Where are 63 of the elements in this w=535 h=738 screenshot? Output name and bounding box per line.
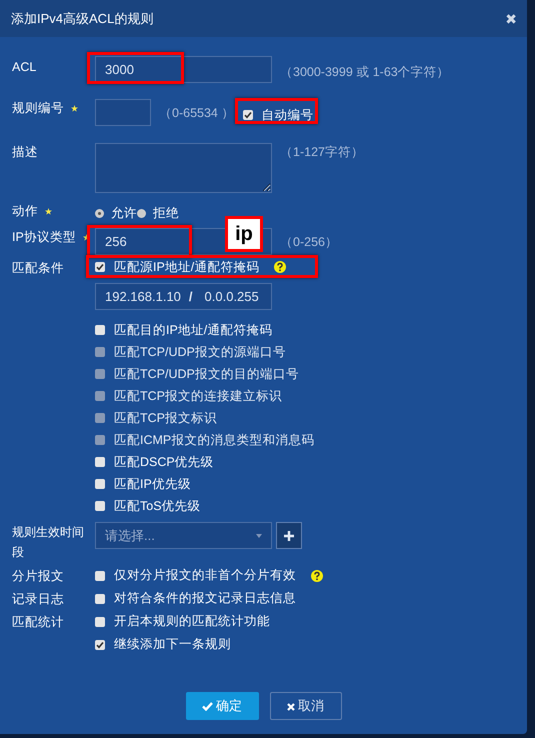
checkbox[interactable] [95,616,105,626]
radio-label: 允许 [111,205,137,222]
hint-text: （3000-3999 或 1-63个字符） [280,64,450,81]
field-label: 规则生效时间段 [12,525,84,559]
address-field[interactable]: 192.168.1.10 / 0.0.0.255 [95,283,272,310]
help-icon[interactable] [274,261,286,273]
field-value: 256 [105,232,127,251]
checkbox[interactable] [243,110,254,120]
checkbox-label: 仅对分片报文的非首个分片有效 [114,567,296,584]
checkbox-label: 继续添加下一条规则 [114,636,231,654]
checkbox[interactable] [95,640,105,650]
placeholder-text: 请选择... [105,526,155,545]
field-label: 分片报文 [12,568,64,582]
field-label: IP协议类型 [12,230,76,244]
checkbox-label: 匹配ToS优先级 [114,498,201,515]
checkbox-label: 自动编号 [261,107,314,124]
checkbox[interactable] [95,457,105,467]
checkbox[interactable] [95,570,105,580]
wildcard-mask: 0.0.0.255 [204,288,259,306]
add-button[interactable] [276,522,302,549]
checkbox-label: 匹配DSCP优先级 [114,454,214,471]
hint-text: （0-65534 ） [159,105,234,122]
field-label: 匹配条件 [12,261,64,275]
checkbox-label: 匹配IP优先级 [114,476,191,493]
radio-button[interactable] [137,208,146,218]
hint-text: （0-256） [280,234,338,251]
checkbox-label: 对符合条件的报文记录日志信息 [114,590,296,608]
checkbox[interactable] [95,262,105,272]
field-label: 规则编号 [12,101,64,115]
checkbox-label: 匹配ICMP报文的消息类型和消息码 [114,432,314,449]
input-field[interactable] [95,99,151,126]
help-icon[interactable] [311,570,323,582]
checkbox[interactable] [95,325,105,335]
callout-label: ip [225,216,263,252]
check-icon [202,702,213,712]
plus-icon [284,530,294,540]
select-field[interactable]: 请选择... [95,522,272,549]
dialog-title: 添加IPv4高级ACL的规则 [11,10,154,28]
checkbox-label: 匹配TCP/UDP报文的目的端口号 [114,366,299,383]
radio-label: 拒绝 [153,205,179,222]
field-label: 匹配统计 [12,614,64,628]
close-button[interactable]: ✖ [505,12,517,26]
checkbox-label: 匹配TCP/UDP报文的源端口号 [114,344,286,361]
checkbox[interactable] [95,594,105,604]
checkbox[interactable] [95,479,105,489]
hint-text: （1-127字符） [280,144,364,161]
checkbox-label: 匹配TCP报文的连接建立标识 [114,388,282,405]
separator: / [188,288,193,306]
field-label: 描述 [12,145,38,159]
field-label: 记录日志 [12,592,64,606]
checkbox-label: 匹配TCP报文标识 [114,410,217,427]
field-label: 动作 [12,204,38,218]
checkbox-label: 匹配目的IP地址/通配符掩码 [114,322,272,339]
checkbox[interactable] [95,501,105,511]
field-label: ACL [12,60,36,74]
ip-address: 192.168.1.10 [105,288,181,306]
checkbox-label: 匹配源IP地址/通配符掩码 [114,258,260,276]
button[interactable]: 取消 [270,692,342,720]
close-icon [287,702,295,711]
caret-icon [256,534,262,538]
checkbox-label: 开启本规则的匹配统计功能 [114,613,270,630]
input-field[interactable]: 3000 [95,56,272,83]
radio-button[interactable] [95,208,104,218]
